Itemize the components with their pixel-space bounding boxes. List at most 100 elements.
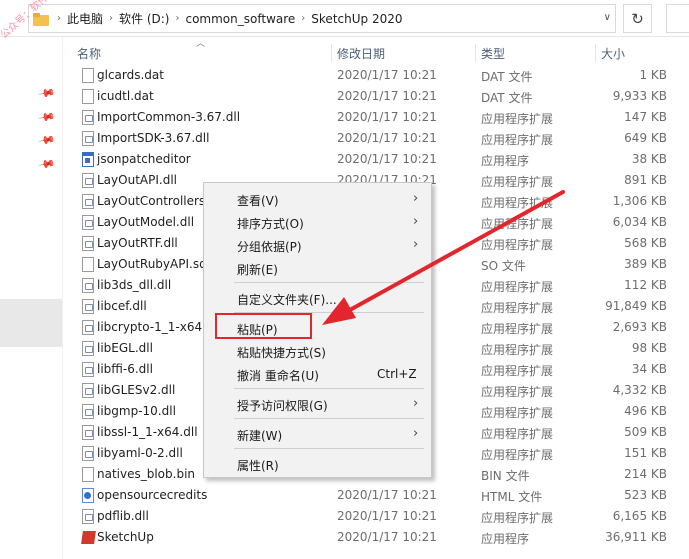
file-name: opensourcecredits (97, 488, 208, 502)
column-divider[interactable] (331, 44, 332, 62)
file-size: 389 KB (624, 257, 667, 271)
file-type: DAT 文件 (481, 70, 533, 84)
breadcrumb-drive-d[interactable]: 软件 (D:) (119, 10, 169, 27)
file-size: 147 KB (624, 110, 667, 124)
dll-file-icon (82, 236, 94, 251)
menu-item-refresh[interactable]: 刷新(E) (204, 257, 431, 279)
column-header-type[interactable]: 类型 (481, 42, 591, 64)
column-divider[interactable] (595, 44, 596, 62)
file-row[interactable]: pdflib.dll 2020/1/17 10:21 应用程序扩展 6,165 KB (75, 506, 675, 527)
search-input[interactable] (666, 4, 689, 33)
dll-file-icon (82, 173, 94, 188)
pin-icon[interactable]: 📌 (38, 84, 57, 103)
file-type: 应用程序扩展 (481, 427, 554, 441)
file-date: 2020/1/17 10:21 (337, 488, 437, 502)
chevron-right-icon[interactable]: › (57, 13, 61, 24)
chevron-right-icon: › (413, 191, 419, 206)
file-size: 98 KB (631, 341, 667, 355)
chevron-right-icon[interactable]: › (109, 13, 113, 24)
menu-item-undo-rename[interactable]: 撤消 重命名(U) Ctrl+Z (204, 363, 431, 385)
chevron-down-icon[interactable]: ∨ (604, 12, 611, 23)
file-type: 应用程序扩展 (481, 448, 554, 462)
menu-item-view[interactable]: 查看(V) › (204, 188, 431, 210)
menu-item-customize-folder[interactable]: 自定义文件夹(F)... (204, 287, 431, 309)
file-size: 2,693 KB (612, 320, 667, 334)
file-type: 应用程序扩展 (481, 217, 554, 231)
sketchup-logo-icon (81, 531, 96, 544)
file-row[interactable]: ImportSDK-3.67.dll 2020/1/17 10:21 应用程序扩展 6… (75, 128, 675, 149)
file-name: libssl-1_1-x64.dll (97, 425, 198, 439)
file-name: lib3ds_dll.dll (97, 278, 172, 292)
dll-file-icon (82, 110, 94, 125)
refresh-button[interactable]: ↻ (623, 4, 652, 33)
menu-item-grant-access[interactable]: 授予访问权限(G) › (204, 393, 431, 415)
file-type: 应用程序扩展 (481, 343, 554, 357)
file-row[interactable]: opensourcecredits 2020/1/17 10:21 HTML 文件 5… (75, 485, 675, 506)
chevron-right-icon: › (413, 396, 419, 411)
breadcrumb-this-pc[interactable]: 此电脑 (67, 10, 103, 27)
file-date: 2020/1/17 10:21 (337, 131, 437, 145)
column-divider[interactable] (475, 44, 476, 62)
dll-file-icon (82, 341, 94, 356)
dll-file-icon (82, 278, 94, 293)
column-header-size[interactable]: 大小 (601, 42, 671, 64)
file-size: 214 KB (624, 467, 667, 481)
chevron-right-icon[interactable]: › (175, 13, 179, 24)
address-bar: › 此电脑 › 软件 (D:) › common_software › Sket… (0, 0, 689, 37)
file-size: 151 KB (624, 446, 667, 460)
file-name: LayOutAPI.dll (97, 173, 177, 187)
file-size: 36,911 KB (605, 530, 667, 544)
file-size: 891 KB (624, 173, 667, 187)
generic-file-icon (82, 257, 94, 272)
menu-separator (234, 388, 424, 389)
column-header-date[interactable]: 修改日期 (337, 42, 472, 64)
address-box[interactable]: › 此电脑 › 软件 (D:) › common_software › Sket… (28, 4, 616, 33)
file-size: 496 KB (624, 404, 667, 418)
file-type: 应用程序 (481, 154, 530, 168)
file-type: DAT 文件 (481, 91, 533, 105)
file-type: 应用程序扩展 (481, 364, 554, 378)
file-size: 112 KB (624, 278, 667, 292)
file-type: 应用程序扩展 (481, 406, 554, 420)
pin-icon[interactable]: 📌 (38, 131, 57, 150)
file-row[interactable]: glcards.dat 2020/1/17 10:21 DAT 文件 1 KB (75, 65, 675, 86)
file-name: LayOutModel.dll (97, 215, 195, 229)
pin-icon[interactable]: 📌 (38, 155, 57, 174)
breadcrumb-sketchup-2020[interactable]: SketchUp 2020 (311, 12, 402, 26)
file-size: 1 KB (639, 68, 667, 82)
file-row[interactable]: icudtl.dat 2020/1/17 10:21 DAT 文件 9,933 KB (75, 86, 675, 107)
file-size: 34 KB (631, 362, 667, 376)
file-name: ImportSDK-3.67.dll (97, 131, 210, 145)
chevron-right-icon: › (413, 237, 419, 252)
file-name: libgmp-10.dll (97, 404, 176, 418)
file-type: 应用程序扩展 (481, 238, 554, 252)
file-name: libGLESv2.dll (97, 383, 176, 397)
chevron-right-icon[interactable]: › (301, 13, 305, 24)
nav-selected-item[interactable] (0, 299, 62, 347)
file-row[interactable]: SketchUp 2020/1/17 10:21 应用程序 36,911 KB (75, 527, 675, 548)
file-size: 91,849 KB (605, 299, 667, 313)
column-header-name[interactable]: 名称 (77, 42, 327, 64)
file-type: SO 文件 (481, 259, 526, 273)
file-name: libcef.dll (97, 299, 147, 313)
breadcrumb-common-software[interactable]: common_software (185, 12, 295, 26)
file-name: LayOutControllers (97, 194, 206, 208)
file-type: HTML 文件 (481, 490, 543, 504)
menu-separator (234, 282, 424, 283)
dll-file-icon (82, 383, 94, 398)
menu-item-group-by[interactable]: 分组依据(P) › (204, 234, 431, 256)
dll-file-icon (82, 131, 94, 146)
menu-separator (234, 448, 424, 449)
pin-icon[interactable]: 📌 (38, 108, 57, 127)
menu-item-sort-by[interactable]: 排序方式(O) › (204, 211, 431, 233)
dll-file-icon (82, 215, 94, 230)
menu-item-new[interactable]: 新建(W) › (204, 423, 431, 445)
file-row[interactable]: jsonpatcheditor 2020/1/17 10:21 应用程序 38 KB (75, 149, 675, 170)
file-row[interactable]: ImportCommon-3.67.dll 2020/1/17 10:21 应用程序… (75, 107, 675, 128)
file-name: icudtl.dat (97, 89, 154, 103)
menu-item-paste-shortcut[interactable]: 粘贴快捷方式(S) (204, 340, 431, 362)
html-file-icon (82, 488, 94, 503)
file-type: BIN 文件 (481, 469, 530, 483)
file-type: 应用程序 (481, 532, 530, 546)
menu-item-properties[interactable]: 属性(R) (204, 453, 431, 475)
